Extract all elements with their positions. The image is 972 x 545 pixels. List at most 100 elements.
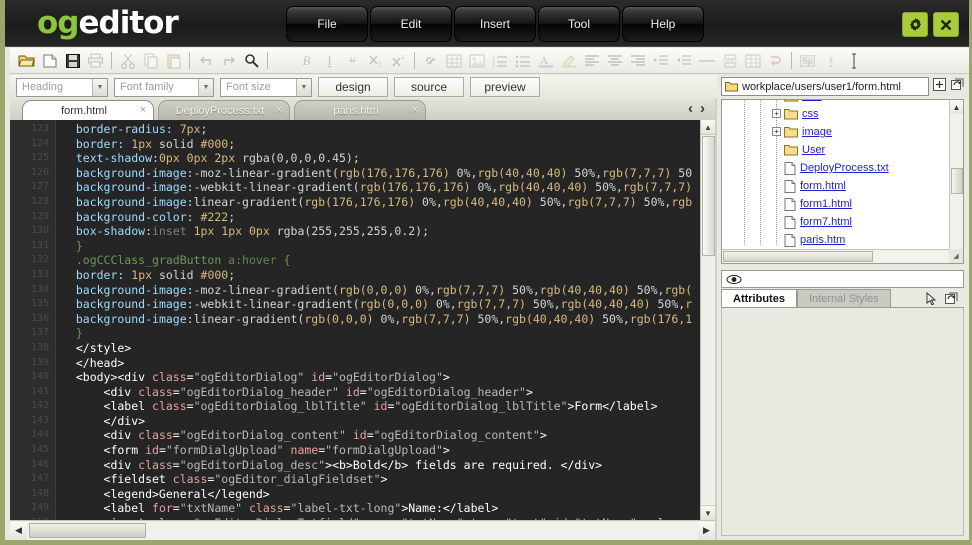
tree-file-item[interactable]: form1.html xyxy=(722,195,950,213)
settings-button[interactable] xyxy=(902,12,928,37)
code-line[interactable]: border-radius: 7px; xyxy=(62,122,715,137)
tab-attributes[interactable]: Attributes xyxy=(721,289,797,307)
code-line[interactable]: background-image:-moz-linear-gradient(rg… xyxy=(62,283,715,298)
tree-file-item[interactable]: form.html xyxy=(722,177,950,195)
code-line[interactable]: border: 1px solid #000; xyxy=(62,137,715,152)
heading-select[interactable]: Heading ▼ xyxy=(16,77,108,97)
tree-item-label[interactable]: paris.htm xyxy=(800,234,845,246)
tree-item-label[interactable]: User xyxy=(802,144,825,156)
view-mode-preview-button[interactable]: preview xyxy=(470,77,540,97)
outdent-button[interactable] xyxy=(672,50,695,72)
italic-button[interactable]: B xyxy=(295,50,318,72)
add-file-icon[interactable] xyxy=(933,78,946,91)
refresh-icon[interactable] xyxy=(951,78,966,91)
unordered-list-button[interactable] xyxy=(511,50,534,72)
new-page-button[interactable] xyxy=(38,50,61,72)
editor-tab-form-html[interactable]: form.html × xyxy=(22,100,154,120)
bold-button[interactable] xyxy=(272,50,295,72)
code-editor-area[interactable]: 123 124 125 126 127 128 129 130 131 132 133 134 135 1… xyxy=(10,120,715,520)
anchor-button[interactable] xyxy=(764,50,787,72)
code-line[interactable]: <div class="ogEditorDialog_content" id="… xyxy=(62,428,715,443)
code-line[interactable]: box-shadow:inset 1px 1px 0px rgba(255,25… xyxy=(62,224,715,239)
cursor-arrow-icon[interactable] xyxy=(926,292,937,305)
editor-tab-deployprocess-txt[interactable]: DeployProcess.txt × xyxy=(158,100,290,120)
underline-button[interactable]: I xyxy=(318,50,341,72)
close-icon[interactable]: × xyxy=(412,104,418,116)
image-button[interactable] xyxy=(465,50,488,72)
refresh-icon[interactable] xyxy=(945,292,960,305)
font-color-button[interactable]: A xyxy=(534,50,557,72)
view-mode-design-button[interactable]: design xyxy=(318,77,388,97)
highlight-button[interactable] xyxy=(557,50,580,72)
scroll-up-arrow-icon[interactable]: ▲ xyxy=(950,100,963,114)
menu-item-tool[interactable]: Tool xyxy=(538,6,620,42)
close-button[interactable] xyxy=(933,12,959,37)
file-path-field[interactable]: workplace/users/user1/form.html xyxy=(721,77,929,96)
copy-button[interactable] xyxy=(139,50,162,72)
menu-item-insert[interactable]: Insert xyxy=(454,6,536,42)
code-line[interactable]: text-shadow:0px 0px 2px rgba(0,0,0,0.45)… xyxy=(62,151,715,166)
code-line[interactable]: border: 1px solid #000; xyxy=(62,268,715,283)
subscript-button[interactable]: 2 xyxy=(364,50,387,72)
view-mode-source-button[interactable]: source xyxy=(394,77,464,97)
paste-button[interactable] xyxy=(162,50,185,72)
code-line[interactable]: background-image:-webkit-linear-gradient… xyxy=(62,297,715,312)
tree-scroll-thumb[interactable] xyxy=(951,168,963,194)
tree-item-label[interactable]: form1.html xyxy=(800,198,852,210)
tree-horizontal-scrollbar[interactable] xyxy=(722,249,963,263)
code-line[interactable]: background-image:linear-gradient(rgb(176… xyxy=(62,195,715,210)
code-line[interactable]: </div> xyxy=(62,414,715,429)
chevron-right-icon[interactable]: › xyxy=(700,100,705,117)
menu-item-edit[interactable]: Edit xyxy=(370,6,452,42)
ordered-list-button[interactable]: 123 xyxy=(488,50,511,72)
tree-horizontal-scroll-thumb[interactable] xyxy=(723,251,873,262)
font-size-select[interactable]: Font size ▼ xyxy=(220,77,312,97)
expand-toggle-icon[interactable]: + xyxy=(772,109,781,118)
print-button[interactable] xyxy=(84,50,107,72)
editor-horizontal-scrollbar[interactable]: ◀ ▶ xyxy=(10,520,715,540)
editor-vertical-scrollbar[interactable]: ▲ ▼ xyxy=(700,120,715,520)
redo-button[interactable] xyxy=(217,50,240,72)
editor-tab-paris-htm[interactable]: paris.htm × xyxy=(294,100,426,120)
code-line[interactable]: <div class="ogEditorDialog_header" id="o… xyxy=(62,385,715,400)
tree-item-label[interactable]: form7.html xyxy=(800,216,852,228)
code-line[interactable]: background-image:-webkit-linear-gradient… xyxy=(62,180,715,195)
align-center-button[interactable] xyxy=(603,50,626,72)
scroll-up-arrow-icon[interactable]: ▲ xyxy=(701,120,715,135)
code-line[interactable]: <legend>General</legend> xyxy=(62,487,715,502)
horizontal-rule-button[interactable] xyxy=(695,50,718,72)
code-line[interactable]: background-color: #222; xyxy=(62,210,715,225)
tree-file-item[interactable]: paris.htm xyxy=(722,231,950,249)
special-character-button[interactable]: Sp xyxy=(796,50,819,72)
code-line[interactable]: } xyxy=(62,326,715,341)
code-line[interactable]: .ogCCClass_gradButton a:hover { xyxy=(62,253,715,268)
tree-folder-item[interactable]: + image xyxy=(722,123,950,141)
code-line[interactable]: <body><div class="ogEditorDialog" id="og… xyxy=(62,370,715,385)
code-line[interactable]: <div class="ogEditorDialog_desc"><b>Bold… xyxy=(62,458,715,473)
vertical-scroll-thumb[interactable] xyxy=(702,136,715,256)
table-button[interactable] xyxy=(442,50,465,72)
element-preview-bar[interactable] xyxy=(721,270,964,288)
link-button[interactable] xyxy=(419,50,442,72)
menu-item-file[interactable]: File xyxy=(286,6,368,42)
chevron-left-icon[interactable]: ‹ xyxy=(688,100,693,117)
code-line[interactable]: background-image:linear-gradient(rgb(0,0… xyxy=(62,312,715,327)
grid-button[interactable] xyxy=(741,50,764,72)
align-left-button[interactable] xyxy=(580,50,603,72)
save-button[interactable] xyxy=(61,50,84,72)
indent-button[interactable] xyxy=(649,50,672,72)
scroll-right-arrow-icon[interactable]: ▶ xyxy=(698,521,715,540)
code-line[interactable]: <label class="ogEditorDialog_lblTitle" i… xyxy=(62,399,715,414)
undo-button[interactable] xyxy=(194,50,217,72)
close-icon[interactable]: × xyxy=(276,104,282,116)
code-line[interactable]: </style> xyxy=(62,341,715,356)
page-break-button[interactable] xyxy=(718,50,741,72)
scroll-left-arrow-icon[interactable]: ◀ xyxy=(10,521,27,540)
code-line[interactable]: <fieldset class="ogEditor_dialgFieldset"… xyxy=(62,472,715,487)
horizontal-scroll-track[interactable] xyxy=(27,522,698,540)
scroll-down-arrow-icon[interactable]: ▼ xyxy=(701,505,715,520)
horizontal-scroll-thumb[interactable] xyxy=(29,522,146,538)
tab-internal-styles[interactable]: Internal Styles xyxy=(796,289,891,307)
open-folder-button[interactable] xyxy=(15,50,38,72)
code-line[interactable]: } xyxy=(62,239,715,254)
